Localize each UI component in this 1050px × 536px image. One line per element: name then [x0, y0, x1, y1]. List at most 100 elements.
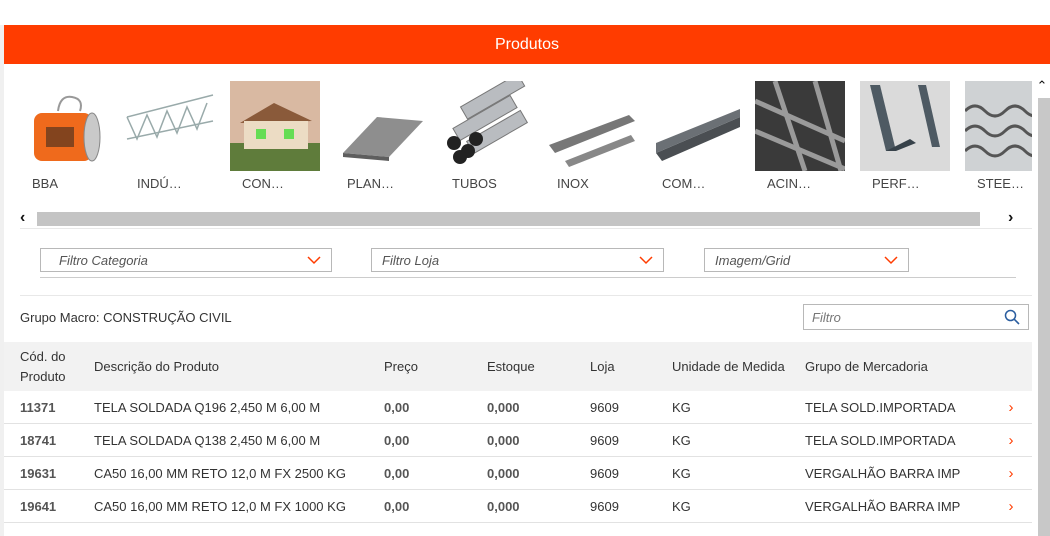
scroll-up-icon[interactable]: ⌃	[1036, 78, 1048, 94]
category-item-comercial[interactable]: COM…	[650, 81, 742, 191]
table-row[interactable]: 11371 TELA SOLDADA Q196 2,450 M 6,00 M 0…	[4, 391, 1032, 424]
category-item-industria[interactable]: INDÚ…	[125, 81, 217, 191]
product-store: 9609	[574, 489, 656, 523]
category-label: INOX	[557, 176, 589, 191]
product-code: 19631	[4, 456, 78, 490]
tubes-icon	[440, 81, 530, 171]
category-label: COM…	[662, 176, 706, 191]
search-placeholder: Filtro	[812, 309, 841, 325]
category-label: STEE…	[977, 176, 1024, 191]
product-group: VERGALHÃO BARRA IMP	[789, 456, 990, 490]
steel-bars-icon	[545, 81, 635, 171]
product-price: 0,00	[368, 423, 471, 457]
horizontal-scrollbar[interactable]: ‹ ›	[20, 209, 1032, 228]
table-header-row: Cód. do Produto Descrição do Produto Pre…	[4, 342, 1032, 391]
product-stock: 0,000	[471, 489, 574, 523]
product-group: TELA SOLD.IMPORTADA	[789, 391, 990, 424]
column-header-group[interactable]: Grupo de Mercadoria	[789, 342, 990, 391]
product-code: 18741	[4, 423, 78, 457]
category-label: ACIN…	[767, 176, 812, 191]
product-stock: 0,000	[471, 423, 574, 457]
product-group: TELA SOLD.IMPORTADA	[789, 423, 990, 457]
search-input[interactable]: Filtro	[803, 304, 1029, 330]
column-header-description[interactable]: Descrição do Produto	[78, 342, 368, 391]
scroll-right-icon[interactable]: ›	[1008, 209, 1020, 227]
chevron-right-icon[interactable]: ›	[990, 423, 1032, 457]
product-description: TELA SOLDADA Q138 2,450 M 6,00 M	[78, 423, 368, 457]
category-filter-select[interactable]: Filtro Categoria	[40, 248, 332, 272]
table-row[interactable]: 19641 CA50 16,00 MM RETO 12,0 M FX 1000 …	[4, 489, 1032, 523]
product-code: 19641	[4, 489, 78, 523]
product-price: 0,00	[368, 391, 471, 424]
store-filter-select[interactable]: Filtro Loja	[371, 248, 664, 272]
column-header-store[interactable]: Loja	[574, 342, 656, 391]
top-gap	[0, 0, 1050, 25]
category-label: PERF…	[872, 176, 920, 191]
product-unit: KG	[656, 489, 789, 523]
chevron-down-icon	[639, 256, 653, 265]
category-item-bba[interactable]: BBA	[20, 81, 112, 191]
column-header-price[interactable]: Preço	[368, 342, 471, 391]
roofing-sheet-icon	[965, 81, 1032, 171]
filter-divider	[40, 277, 1016, 278]
category-item-perfis[interactable]: PERF…	[860, 81, 952, 191]
products-table: Cód. do Produto Descrição do Produto Pre…	[4, 342, 1032, 523]
chevron-down-icon	[307, 256, 321, 265]
page-title: Produtos	[494, 35, 560, 53]
chevron-right-icon[interactable]: ›	[990, 456, 1032, 490]
vertical-scrollbar[interactable]: ⌃	[1034, 78, 1050, 536]
search-icon[interactable]	[1004, 309, 1020, 325]
rebar-mesh-icon	[755, 81, 845, 171]
category-label: PLAN…	[347, 176, 394, 191]
product-store: 9609	[574, 456, 656, 490]
product-code: 11371	[4, 391, 78, 424]
product-price: 0,00	[368, 489, 471, 523]
table-row[interactable]: 19631 CA50 16,00 MM RETO 12,0 M FX 2500 …	[4, 456, 1032, 490]
filter-bar: Filtro Categoria Filtro Loja Imagem/Grid	[20, 228, 1032, 296]
category-item-tubos[interactable]: TUBOS	[440, 81, 532, 191]
angle-profile-icon	[860, 81, 950, 171]
chevron-right-icon[interactable]: ›	[990, 391, 1032, 424]
group-macro-label: Grupo Macro: CONSTRUÇÃO CIVIL	[20, 310, 232, 325]
product-description: CA50 16,00 MM RETO 12,0 M FX 2500 KG	[78, 456, 368, 490]
column-header-unit[interactable]: Unidade de Medida	[656, 342, 789, 391]
category-item-inox[interactable]: INOX	[545, 81, 637, 191]
product-stock: 0,000	[471, 391, 574, 424]
category-item-steel[interactable]: STEE…	[965, 81, 1032, 191]
store-filter-label: Filtro Loja	[382, 252, 440, 268]
metal-sheet-icon	[335, 81, 425, 171]
barbed-wire-coil-icon	[20, 81, 110, 171]
category-filter-label: Filtro Categoria	[59, 252, 148, 268]
product-group: VERGALHÃO BARRA IMP	[789, 489, 990, 523]
table-row[interactable]: 18741 TELA SOLDADA Q138 2,450 M 6,00 M 0…	[4, 423, 1032, 457]
chevron-down-icon	[884, 256, 898, 265]
scroll-left-icon[interactable]: ‹	[20, 209, 32, 227]
product-unit: KG	[656, 423, 789, 457]
channel-profile-icon	[650, 81, 740, 171]
product-store: 9609	[574, 391, 656, 424]
category-item-planos[interactable]: PLAN…	[335, 81, 427, 191]
column-header-stock[interactable]: Estoque	[471, 342, 574, 391]
view-mode-select[interactable]: Imagem/Grid	[704, 248, 909, 272]
house-icon	[230, 81, 320, 171]
category-carousel: BBA INDÚ… CON… PLAN… TUBOS INOX COM… ACI…	[20, 81, 1032, 193]
product-description: TELA SOLDADA Q196 2,450 M 6,00 M	[78, 391, 368, 424]
scrollbar-thumb[interactable]	[37, 212, 980, 226]
category-label: BBA	[32, 176, 59, 191]
category-label: CON…	[242, 176, 284, 191]
category-item-acinox[interactable]: ACIN…	[755, 81, 847, 191]
product-description: CA50 16,00 MM RETO 12,0 M FX 1000 KG	[78, 489, 368, 523]
category-item-construcao[interactable]: CON…	[230, 81, 322, 191]
product-price: 0,00	[368, 456, 471, 490]
product-store: 9609	[574, 423, 656, 457]
chevron-right-icon[interactable]: ›	[990, 489, 1032, 523]
lattice-truss-icon	[125, 81, 215, 171]
category-label: TUBOS	[452, 176, 497, 191]
product-unit: KG	[656, 456, 789, 490]
column-header-code[interactable]: Cód. do Produto	[4, 342, 78, 391]
scrollbar-thumb[interactable]	[1038, 98, 1050, 536]
product-stock: 0,000	[471, 456, 574, 490]
column-header-action	[990, 342, 1032, 391]
product-unit: KG	[656, 391, 789, 424]
page-header: Produtos	[4, 25, 1050, 64]
